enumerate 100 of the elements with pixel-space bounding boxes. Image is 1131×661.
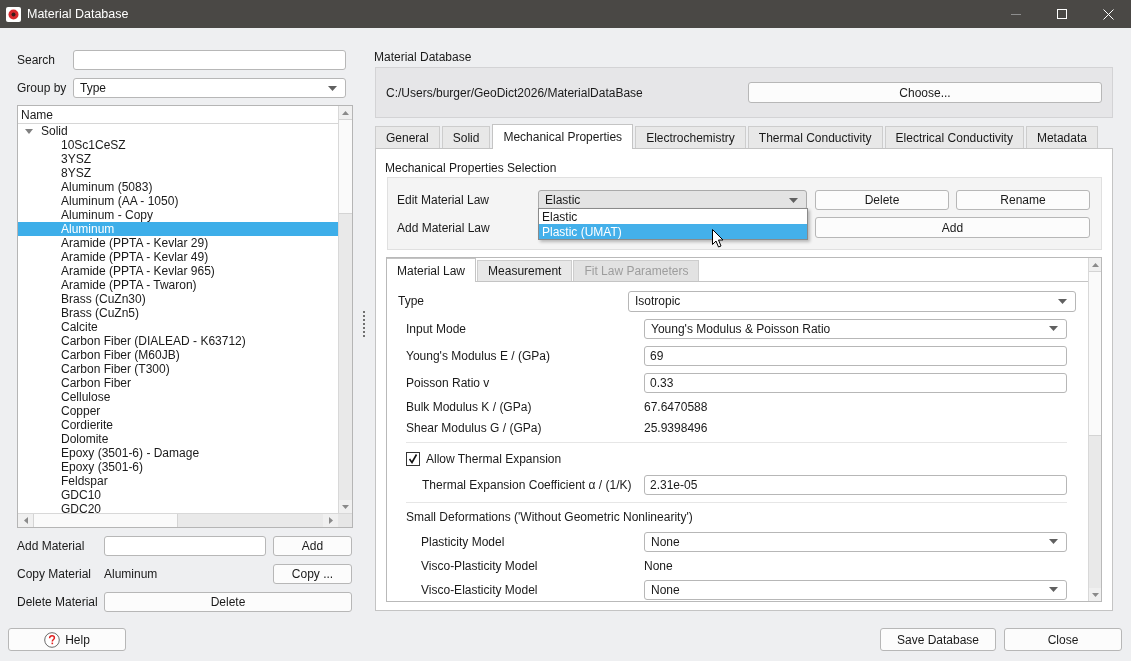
tree-item[interactable]: Aluminum (5083) (18, 180, 338, 194)
tab[interactable]: Solid (441, 126, 491, 148)
field-label: Visco-Elasticity Model (421, 582, 539, 597)
tree-item[interactable]: Aramide (PPTA - Twaron) (18, 278, 338, 292)
button[interactable]: Save Database (880, 628, 996, 651)
dropdown[interactable]: Type (73, 78, 346, 98)
dropdown[interactable]: Isotropic (628, 290, 1076, 312)
field-label: Thermal Expansion Coefficient α / (1/K) (422, 477, 633, 492)
tree-item[interactable]: Solid (18, 124, 338, 138)
tree-item[interactable]: Aramide (PPTA - Kevlar 29) (18, 236, 338, 250)
tree-item[interactable]: 8YSZ (18, 166, 338, 180)
checkbox[interactable] (406, 452, 420, 466)
minimize-icon (1011, 13, 1021, 15)
text-field[interactable]: 0.33 (644, 372, 1067, 393)
field-label: Plasticity Model (421, 534, 506, 549)
tree-item[interactable]: Feldspar (18, 474, 338, 488)
tab[interactable]: Metadata (1025, 126, 1098, 148)
caret-icon (1049, 539, 1058, 544)
caret-icon (1049, 326, 1058, 331)
field-label: Group by (17, 81, 68, 95)
scrollbar-corner (338, 514, 352, 527)
value-text: 25.9398496 (644, 420, 709, 435)
checkbox-label: Allow Thermal Expansion (426, 452, 562, 466)
close-icon (1102, 8, 1114, 20)
tree-item[interactable]: Epoxy (3501-6) - Damage (18, 446, 338, 460)
tree-item[interactable]: Calcite (18, 320, 338, 334)
section-heading: Small Deformations ('Without Geometric Nonlinearity') (406, 510, 693, 524)
field-label: Delete Material (17, 595, 99, 609)
tree-item[interactable]: Aramide (PPTA - Kevlar 965) (18, 264, 338, 278)
tree-item[interactable]: Carbon Fiber (T300) (18, 362, 338, 376)
tab[interactable]: Mechanical Properties (492, 124, 634, 149)
vertical-scrollbar[interactable] (1088, 258, 1101, 601)
scrollbar-thumb[interactable] (339, 119, 352, 214)
tab[interactable]: Thermal Conductivity (747, 126, 883, 148)
value-text: None (644, 558, 674, 573)
scroll-up-arrow-icon[interactable] (1091, 262, 1099, 267)
field-label: Input Mode (406, 321, 468, 336)
tree-item[interactable]: Aluminum (AA - 1050) (18, 194, 338, 208)
tree-item[interactable]: Cordierite (18, 418, 338, 432)
scroll-right-arrow-icon[interactable] (328, 517, 333, 524)
caret-icon (328, 85, 337, 91)
caret-icon (789, 197, 798, 203)
field-label: Copy Material (17, 567, 93, 581)
tree-item[interactable]: Cellulose (18, 390, 338, 404)
text-field[interactable] (104, 536, 266, 556)
tab[interactable]: Measurement (477, 260, 573, 281)
caret-icon (1058, 298, 1067, 304)
button[interactable]: Add (273, 536, 352, 556)
scroll-down-arrow-icon[interactable] (342, 504, 349, 509)
button[interactable]: Copy ... (273, 564, 352, 584)
text-field[interactable]: 2.31e-05 (644, 474, 1067, 495)
group-title: Material Database (374, 50, 472, 64)
tree-item[interactable]: Carbon Fiber (18, 376, 338, 390)
tab[interactable]: Material Law (387, 258, 477, 282)
button[interactable]: Delete (815, 190, 949, 210)
dropdown[interactable]: Young's Modulus & Poisson Ratio (644, 318, 1067, 339)
tree-item[interactable]: Copper (18, 404, 338, 418)
tree-item[interactable]: Brass (CuZn30) (18, 292, 338, 306)
tree-item[interactable]: 3YSZ (18, 152, 338, 166)
scrollbar-thumb[interactable] (1089, 271, 1101, 436)
tree-item[interactable]: 10Sc1CeSZ (18, 138, 338, 152)
tree-item[interactable]: Aramide (PPTA - Kevlar 49) (18, 250, 338, 264)
tree-item[interactable]: GDC10 (18, 488, 338, 502)
value-text: 67.6470588 (644, 399, 709, 414)
button[interactable]: Delete (104, 592, 352, 612)
tree-item[interactable]: Epoxy (3501-6) (18, 460, 338, 474)
dropdown[interactable]: Elastic (538, 190, 807, 210)
scrollbar-thumb[interactable] (33, 514, 178, 527)
text-field[interactable]: 69 (644, 345, 1067, 366)
help-button[interactable]: Help (8, 628, 126, 651)
tree-item[interactable]: Carbon Fiber (DIALEAD - K63712) (18, 334, 338, 348)
tree-item[interactable]: Brass (CuZn5) (18, 306, 338, 320)
tree-item[interactable]: Dolomite (18, 432, 338, 446)
expand-arrow-icon[interactable] (25, 128, 33, 134)
button[interactable]: Close (1004, 628, 1122, 651)
dropdown[interactable]: None (644, 531, 1067, 552)
vertical-scrollbar[interactable] (338, 106, 352, 513)
horizontal-scrollbar[interactable] (18, 514, 338, 527)
search-field[interactable] (73, 50, 346, 70)
path-text: C:/Users/burger/GeoDict2026/MaterialDataBase (386, 85, 643, 100)
dropdown[interactable]: None (644, 579, 1067, 600)
column-header[interactable]: Name (18, 106, 338, 124)
scroll-down-arrow-icon[interactable] (1091, 592, 1099, 597)
button[interactable]: Choose... (748, 82, 1102, 103)
scroll-up-arrow-icon[interactable] (342, 110, 349, 115)
dropdown-option[interactable]: Elastic (539, 209, 807, 224)
tab[interactable]: General (375, 126, 440, 148)
button[interactable]: Add (815, 217, 1090, 238)
tab[interactable]: Electrochemistry (635, 126, 746, 148)
maximize-icon (1057, 9, 1067, 19)
field-label: Edit Material Law (397, 193, 491, 207)
field-label: Search (17, 53, 57, 67)
tab[interactable]: Electrical Conductivity (884, 126, 1024, 148)
group-title: Mechanical Properties Selection (385, 161, 557, 175)
button[interactable]: Rename (956, 190, 1090, 210)
scroll-left-arrow-icon[interactable] (23, 517, 28, 524)
help-icon (44, 631, 61, 648)
tree-item[interactable]: Carbon Fiber (M60JB) (18, 348, 338, 362)
tree-item[interactable]: Aluminum - Copy (18, 208, 338, 222)
tree-item[interactable]: GDC20 (18, 502, 338, 513)
